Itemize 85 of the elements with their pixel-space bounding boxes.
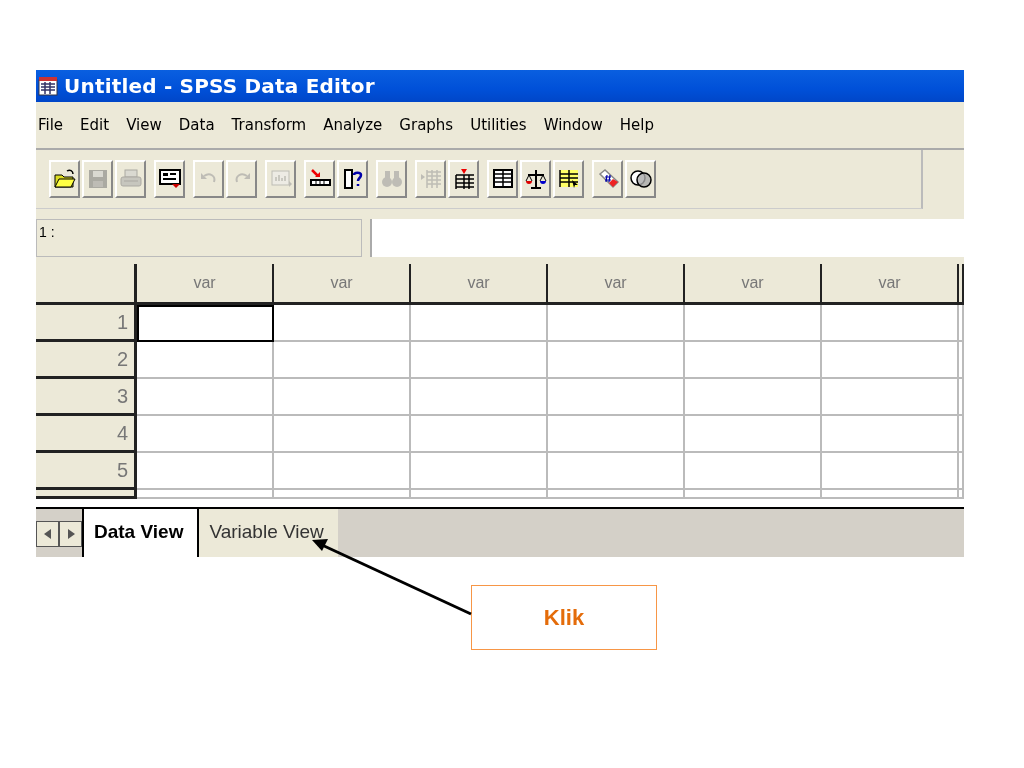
column-header[interactable]: var	[822, 264, 959, 305]
scroll-left-button[interactable]	[36, 521, 59, 547]
table-cell[interactable]	[274, 379, 411, 416]
scroll-right-button[interactable]	[59, 521, 82, 547]
table-cell[interactable]	[685, 416, 822, 453]
table-cell[interactable]	[411, 453, 548, 490]
table-cell[interactable]	[137, 342, 274, 379]
sheet-tab[interactable]: Data View	[82, 509, 198, 557]
table-cell[interactable]	[274, 305, 411, 342]
table-cell[interactable]	[411, 490, 548, 499]
menu-item[interactable]: Window	[543, 116, 603, 134]
table-cell[interactable]	[685, 453, 822, 490]
row-header[interactable]: 4	[36, 416, 137, 453]
cell-value-field[interactable]	[370, 219, 964, 257]
callout-text: Klik	[543, 604, 585, 631]
table-cell[interactable]	[959, 342, 964, 379]
spreadsheet-icon	[38, 76, 58, 96]
toolbar-button[interactable]	[520, 160, 551, 198]
toolbar-button[interactable]	[448, 160, 479, 198]
table-cell[interactable]	[548, 416, 685, 453]
menu-item[interactable]: Edit	[80, 116, 110, 134]
table-cell[interactable]	[137, 490, 274, 499]
table-cell[interactable]	[411, 305, 548, 342]
table-cell[interactable]	[411, 416, 548, 453]
menu-item[interactable]: Utilities	[470, 116, 527, 134]
table-cell[interactable]	[548, 379, 685, 416]
table-cell[interactable]	[959, 490, 964, 499]
table-cell[interactable]	[959, 453, 964, 490]
column-header[interactable]: var	[548, 264, 685, 305]
table-cell[interactable]	[137, 379, 274, 416]
table-cell[interactable]	[685, 305, 822, 342]
menu-item[interactable]: View	[126, 116, 162, 134]
table-cell[interactable]	[137, 416, 274, 453]
row-header[interactable]: 3	[36, 379, 137, 416]
toolbar-button[interactable]	[337, 160, 368, 198]
table-cell[interactable]	[274, 490, 411, 499]
column-header[interactable]	[959, 264, 964, 305]
table-cell[interactable]	[822, 453, 959, 490]
table-cell[interactable]	[274, 453, 411, 490]
menu-item[interactable]: Graphs	[399, 116, 454, 134]
table-cell[interactable]	[822, 490, 959, 499]
cell-reference: 1 :	[36, 219, 362, 257]
window-title: Untitled - SPSS Data Editor	[64, 74, 375, 98]
table-cell[interactable]	[685, 379, 822, 416]
table-cell[interactable]	[959, 379, 964, 416]
toolbar-button[interactable]	[154, 160, 185, 198]
toolbar-button[interactable]	[487, 160, 518, 198]
table-cell[interactable]	[548, 342, 685, 379]
menu-item[interactable]: Data	[178, 116, 215, 134]
left-triangle-icon	[43, 529, 52, 539]
table-cell[interactable]	[137, 453, 274, 490]
table-cell[interactable]	[685, 342, 822, 379]
toolbar-button[interactable]	[553, 160, 584, 198]
row-header[interactable]: 5	[36, 453, 137, 490]
table-cell[interactable]	[548, 305, 685, 342]
table-cell[interactable]	[274, 342, 411, 379]
menu-item[interactable]: File	[38, 116, 64, 134]
table-cell[interactable]	[822, 342, 959, 379]
toolbar-button[interactable]	[625, 160, 656, 198]
table-cell[interactable]	[411, 379, 548, 416]
sheet-tab[interactable]: Variable View	[197, 509, 338, 557]
table-cell[interactable]	[959, 305, 964, 342]
table-cell[interactable]	[274, 416, 411, 453]
table-cell[interactable]	[548, 490, 685, 499]
column-header[interactable]: var	[274, 264, 411, 305]
row-header[interactable]: 1	[36, 305, 137, 342]
column-header[interactable]: var	[685, 264, 822, 305]
table-cell[interactable]	[822, 305, 959, 342]
toolbar-button[interactable]	[49, 160, 80, 198]
table-cell[interactable]	[685, 490, 822, 499]
column-header[interactable]: var	[137, 264, 274, 305]
table-cell[interactable]	[959, 416, 964, 453]
row-header[interactable]	[36, 490, 137, 499]
table-cell[interactable]	[822, 416, 959, 453]
menu-item[interactable]: Analyze	[323, 116, 383, 134]
table-cell[interactable]	[548, 453, 685, 490]
row-header[interactable]: 2	[36, 342, 137, 379]
column-header[interactable]: var	[411, 264, 548, 305]
table-cell[interactable]	[411, 342, 548, 379]
right-triangle-icon	[66, 529, 75, 539]
table-cell[interactable]	[137, 305, 274, 342]
menu-item[interactable]: Help	[619, 116, 654, 134]
toolbar-button[interactable]	[304, 160, 335, 198]
menu-item[interactable]: Transform	[231, 116, 307, 134]
table-cell[interactable]	[822, 379, 959, 416]
